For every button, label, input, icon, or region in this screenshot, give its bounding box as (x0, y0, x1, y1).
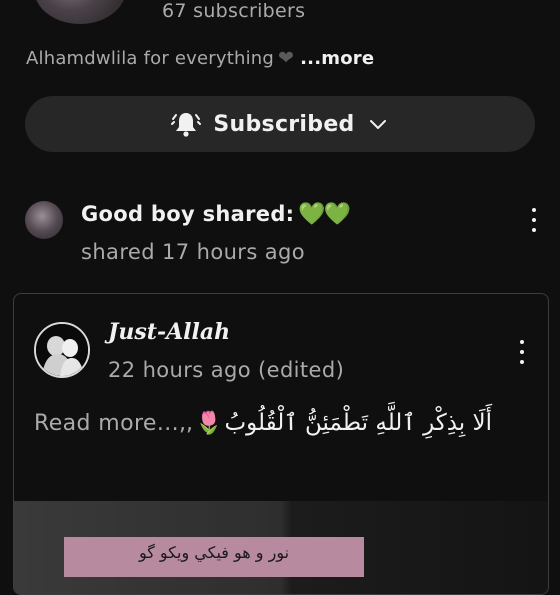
shared-author-name[interactable]: Just-Allah (108, 319, 230, 345)
post-title-text: Good boy shared: (81, 202, 295, 226)
bell-icon (171, 109, 202, 139)
post-timestamp: shared 17 hours ago (81, 240, 305, 264)
description-more-link[interactable]: ...more (300, 48, 374, 69)
shared-post-more-icon[interactable] (512, 338, 532, 366)
shared-post-timestamp: 22 hours ago (edited) (108, 358, 345, 382)
subscribed-button[interactable]: Subscribed (25, 96, 535, 152)
image-caption: نور و هو فيكي ويكو گو (64, 537, 364, 577)
chevron-down-icon (367, 113, 389, 135)
shared-post-image[interactable]: نور و هو فيكي ويكو گو (14, 501, 548, 594)
silhouette-icon (36, 324, 88, 376)
post-more-icon[interactable] (524, 206, 544, 234)
description-text: Alhamdwlila for everything (26, 48, 275, 69)
green-hearts-icon: 💚💚 (298, 202, 351, 227)
subscribed-label: Subscribed (213, 111, 355, 137)
shared-post-text: Read more...,,🌷أَلَا بِذِكْرِ ٱللَّهِ تَ… (34, 410, 492, 436)
black-heart-icon: ❤ (278, 47, 295, 69)
channel-description[interactable]: Alhamdwlila for everything ❤ ...more (26, 47, 374, 69)
subscriber-count: 67 subscribers (162, 0, 306, 22)
arabic-verse: أَلَا بِذِكْرِ ٱللَّهِ تَطْمَئِنُّ ٱلْقُ… (224, 410, 493, 436)
post-author-avatar[interactable] (25, 201, 63, 239)
shared-author-avatar[interactable] (34, 322, 90, 378)
tulip-icon: 🌷 (195, 411, 223, 436)
shared-post-card[interactable]: Just-Allah 22 hours ago (edited) Read mo… (13, 293, 549, 595)
read-more-link[interactable]: Read more... (34, 411, 179, 436)
quote-mark: ,, (179, 411, 194, 436)
post-title: Good boy shared: 💚💚 (81, 202, 351, 227)
channel-avatar[interactable] (34, 0, 126, 24)
